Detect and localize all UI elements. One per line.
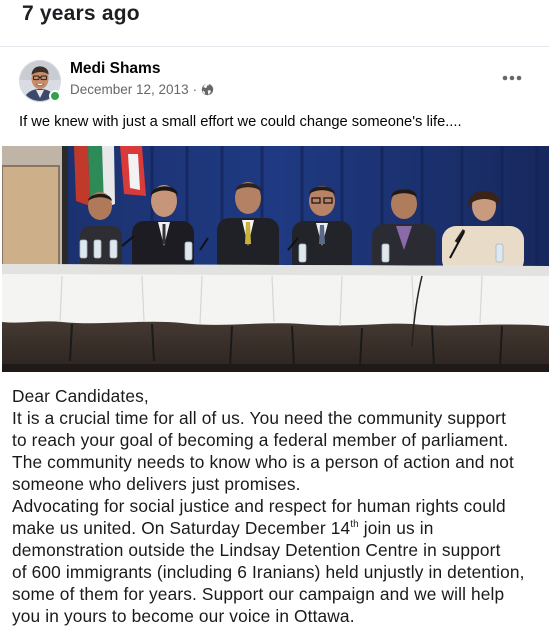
letter-line-part: join us in	[358, 518, 434, 538]
letter-superscript: th	[350, 519, 359, 530]
letter-text-block: Dear Candidates, It is a crucial time fo…	[2, 372, 549, 639]
more-options-icon	[502, 75, 522, 81]
post-date[interactable]: December 12, 2013	[70, 82, 189, 97]
letter-line: make us united. On Saturday December 14t…	[12, 518, 434, 539]
letter-line: some of them for years. Support our camp…	[12, 584, 505, 604]
online-status-dot	[49, 90, 61, 102]
globe-icon[interactable]	[201, 83, 214, 96]
letter-line: The community needs to know who is a per…	[12, 452, 514, 472]
post-image[interactable]: Dear Candidates, It is a crucial time fo…	[2, 146, 549, 639]
letter-line: to reach your goal of becoming a federal…	[12, 430, 509, 450]
more-options-button[interactable]	[497, 66, 527, 90]
meta-separator: ·	[192, 82, 198, 97]
letter-line: someone who delivers just promises.	[12, 474, 301, 494]
letter-line: Dear Candidates,	[12, 386, 149, 406]
letter-line-part: make us united. On Saturday December 14	[12, 518, 351, 538]
letter-line: demonstration outside the Lindsay Detent…	[12, 540, 501, 560]
letter-line: you in yours to become our voice in Otta…	[12, 606, 355, 626]
letter-line: It is a crucial time for all of us. You …	[12, 408, 507, 428]
post-meta: December 12, 2013 ·	[70, 82, 214, 97]
author-name[interactable]: Medi Shams	[70, 60, 160, 78]
letter-line: Advocating for social justice and respec…	[12, 496, 506, 516]
memory-header: 7 years ago	[0, 0, 549, 47]
post-header: Medi Shams December 12, 2013 ·	[0, 52, 549, 108]
memory-title: 7 years ago	[22, 2, 140, 25]
post-text: If we knew with just a small effort we c…	[19, 114, 462, 130]
memory-post-page: 7 years ago Medi Shams December 12, 2013…	[0, 0, 549, 639]
panel-photo	[2, 146, 549, 372]
letter-line: of 600 immigrants (including 6 Iranians)…	[12, 562, 525, 582]
